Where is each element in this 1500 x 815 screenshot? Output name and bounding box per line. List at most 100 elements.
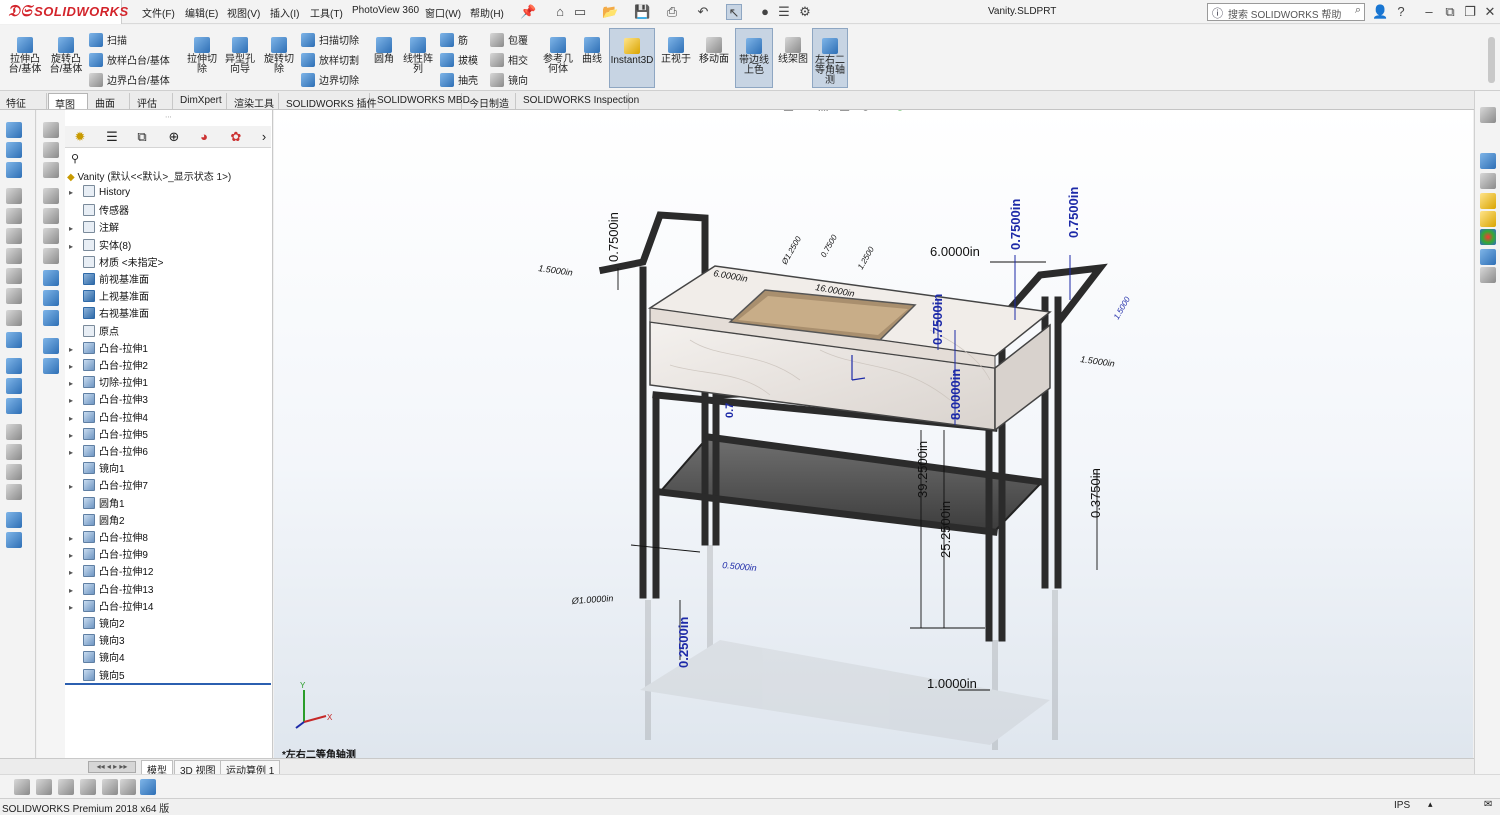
tree-node[interactable]: ▸ 凸台-拉伸2 xyxy=(65,357,148,374)
bottom-tool-6-icon[interactable] xyxy=(120,779,136,795)
doc4-icon[interactable] xyxy=(43,248,59,264)
tree-node[interactable]: 传感器 xyxy=(65,202,129,219)
restore-icon[interactable]: ❐ xyxy=(1462,4,1478,20)
bottom-tool-4-icon[interactable] xyxy=(80,779,96,795)
expand-arrow-icon[interactable]: ▸ xyxy=(65,603,77,612)
expand-arrow-icon[interactable]: ▸ xyxy=(65,568,77,577)
user-icon[interactable]: 👤 xyxy=(1372,4,1388,20)
rollback-bar[interactable] xyxy=(65,683,271,685)
file-properties-icon[interactable]: ☰ xyxy=(776,4,792,20)
tree-node[interactable]: 镜向1 xyxy=(65,460,125,477)
wrap-button[interactable]: 包覆 xyxy=(490,32,528,47)
bottom-tool-3-icon[interactable] xyxy=(58,779,74,795)
instant3d-button[interactable]: Instant3D xyxy=(609,28,655,88)
dim-height-right-2[interactable]: 0.7500in xyxy=(1066,187,1081,238)
tree-node[interactable]: 原点 xyxy=(65,323,119,340)
tree-node[interactable]: ▸ 凸台-拉伸1 xyxy=(65,340,148,357)
bottom-tool-2-icon[interactable] xyxy=(36,779,52,795)
reference-geometry-button[interactable]: 参考几 何体 xyxy=(540,37,576,75)
close-icon[interactable]: ✕ xyxy=(1482,4,1498,20)
expand-arrow-icon[interactable]: ▸ xyxy=(65,448,77,457)
undo-icon[interactable]: ↶ xyxy=(695,4,711,20)
print-icon[interactable]: ⎙ xyxy=(664,4,680,20)
bottom-tool-1-icon[interactable] xyxy=(14,779,30,795)
expand-arrow-icon[interactable]: ▸ xyxy=(65,431,77,440)
units-dropdown-icon[interactable]: ▴ xyxy=(1428,799,1433,810)
dim-small-b[interactable]: 0.7500 xyxy=(819,233,839,259)
tree-tabs-more-icon[interactable]: › xyxy=(255,129,273,145)
tree-node[interactable]: ▸ 凸台-拉伸12 xyxy=(65,563,153,580)
expand-arrow-icon[interactable]: ▸ xyxy=(65,242,77,251)
tree-node[interactable]: ▸ 凸台-拉伸5 xyxy=(65,426,148,443)
expand-arrow-icon[interactable]: ▸ xyxy=(65,345,77,354)
tree-node[interactable]: ▸ 凸台-拉伸9 xyxy=(65,546,148,563)
cam-tab-icon[interactable]: ✿ xyxy=(227,129,245,145)
resources-home-icon[interactable] xyxy=(1480,153,1496,169)
sweep-button[interactable]: 扫描 xyxy=(89,32,127,47)
dim-inner-height[interactable]: 0.7500in xyxy=(930,294,945,345)
solidworks-logo[interactable]: 𝔇𝔖 SOLIDWORKS xyxy=(0,0,128,24)
expand-arrow-icon[interactable]: ▸ xyxy=(65,586,77,595)
graphics-area[interactable]: ⌕ ⊕ ↺ ◩ ✎ ⬚ ▣ ◉ ● ◍ ▭ ◧ ◨ – ❐ ✕ xyxy=(274,110,1473,758)
dim-height-right-1[interactable]: 0.7500in xyxy=(1008,199,1023,250)
spline-tool-icon[interactable] xyxy=(6,288,22,304)
appearances-icon[interactable] xyxy=(1480,229,1496,245)
monitor-icon[interactable] xyxy=(43,310,59,326)
tree-root[interactable]: ◆ Vanity (默认<<默认>_显示状态 1>) xyxy=(67,168,231,185)
tree-node[interactable]: ▸ 切除-拉伸1 xyxy=(65,374,148,391)
options-gear-icon[interactable]: ⚙ xyxy=(797,4,813,20)
revolved-boss-button[interactable]: 旋转凸 台/基体 xyxy=(46,37,86,75)
boundary-boss-button[interactable]: 边界凸台/基体 xyxy=(89,72,170,87)
bottom-tool-7-icon[interactable] xyxy=(140,779,156,795)
forum-icon[interactable] xyxy=(1480,267,1496,283)
tree-node[interactable]: ▸ 凸台-拉伸3 xyxy=(65,391,148,408)
tree-node[interactable]: 镜向4 xyxy=(65,649,125,666)
dim-bottom[interactable]: 1.0000in xyxy=(927,676,977,691)
dim-small-d[interactable]: 1.5000 xyxy=(1112,295,1132,321)
tree-node[interactable]: ▸ 凸台-拉伸14 xyxy=(65,598,153,615)
view-palette-icon[interactable] xyxy=(1480,211,1496,227)
draft-button[interactable]: 拔模 xyxy=(440,52,478,67)
extruded-cut-button[interactable]: 拉伸切 除 xyxy=(184,37,220,75)
tree-node[interactable]: 圆角2 xyxy=(65,512,125,529)
render-tool-icon[interactable] xyxy=(6,532,22,548)
open-icon[interactable]: 📂 xyxy=(602,4,618,20)
new-icon[interactable]: ▭ xyxy=(572,4,588,20)
tab-surfaces[interactable]: 曲面 xyxy=(89,93,130,110)
dim-total-height[interactable]: 39.2500in xyxy=(915,441,930,498)
menu-file[interactable]: 文件(F) xyxy=(142,5,175,20)
lights-icon[interactable] xyxy=(43,358,59,374)
fillet-button[interactable]: 圆角 xyxy=(370,37,398,65)
view-tool-icon[interactable] xyxy=(6,444,22,460)
minimize-icon[interactable]: – xyxy=(1421,4,1437,20)
menu-edit[interactable]: 编辑(E) xyxy=(185,5,218,20)
curves-button[interactable]: 曲线 xyxy=(578,37,606,65)
menu-insert[interactable]: 插入(I) xyxy=(270,5,299,20)
mirror-button[interactable]: 镜向 xyxy=(490,72,528,87)
mirror-tool-icon[interactable] xyxy=(6,332,22,348)
tree-node[interactable]: 镜向5 xyxy=(65,667,125,684)
doc2-icon[interactable] xyxy=(43,208,59,224)
loft-boss-button[interactable]: 放样凸台/基体 xyxy=(89,52,170,67)
circle-tool-icon[interactable] xyxy=(6,228,22,244)
tree-node[interactable]: 材质 <未指定> xyxy=(65,254,163,271)
appearance-tool-icon[interactable] xyxy=(6,464,22,480)
property-manager-tab-icon[interactable]: ☰ xyxy=(103,129,121,145)
design-library-icon[interactable] xyxy=(1480,173,1496,189)
tree-node[interactable]: 圆角1 xyxy=(65,495,125,512)
tile-window-icon[interactable]: ⧉ xyxy=(1442,4,1458,20)
tree-node[interactable]: ▸ 注解 xyxy=(65,219,119,236)
tree-node[interactable]: ▸ 凸台-拉伸13 xyxy=(65,581,153,598)
normal-to-button[interactable]: 正视于 xyxy=(659,37,693,65)
line-tool-icon[interactable] xyxy=(6,208,22,224)
dim-body-height[interactable]: 8.0000in xyxy=(948,369,963,420)
file-explorer-icon[interactable] xyxy=(1480,193,1496,209)
search-input[interactable]: ⓘ 搜索 SOLIDWORKS 帮助 ⌕ xyxy=(1207,3,1365,21)
section-tool-icon[interactable] xyxy=(6,424,22,440)
revolved-cut-button[interactable]: 旋转切 除 xyxy=(260,37,298,75)
rib-button[interactable]: 筋 xyxy=(440,32,468,47)
tab-mbd[interactable]: SOLIDWORKS MBD xyxy=(371,93,470,109)
extruded-boss-button[interactable]: 拉伸凸 台/基体 xyxy=(6,37,44,75)
smart-mates-icon[interactable] xyxy=(1480,107,1496,123)
wireframe-button[interactable]: 线架图 xyxy=(776,37,810,65)
